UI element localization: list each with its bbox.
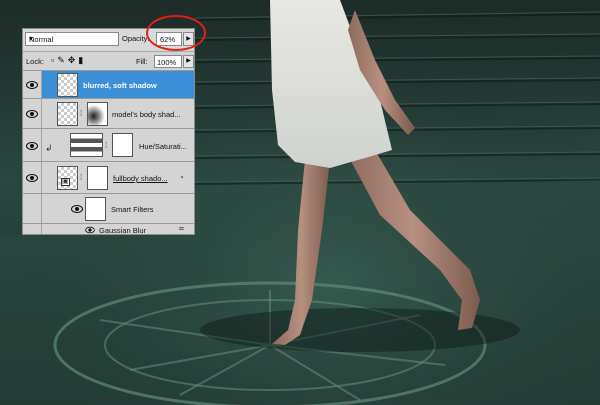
layer-row-blurred-soft-shadow[interactable]: blurred, soft shadow [23, 70, 194, 98]
layer-name: fullbody shado... [113, 174, 168, 183]
layer-row-models-body-shadow[interactable]: ⁞ model's body shad... [23, 98, 194, 128]
layer-row-fullbody-shadow[interactable]: ▣ ⁞ fullbody shado... ◔ [23, 161, 194, 193]
lock-move-icon[interactable]: ✥ [68, 55, 79, 65]
layers-panel: Normal ▾ Opacity: 62% ▶ Lock: ▫✎✥▮ Fill:… [22, 28, 195, 235]
eye-icon[interactable] [26, 173, 38, 183]
layer-name: Smart Filters [111, 205, 154, 214]
lock-all-icon[interactable]: ▮ [78, 55, 86, 65]
filter-options-icon[interactable]: ≖ [178, 224, 185, 233]
visibility-column [23, 162, 42, 193]
layer-name: Hue/Saturati... [139, 142, 187, 151]
fill-value: 100% [157, 58, 177, 67]
layer-name: blurred, soft shadow [83, 81, 157, 90]
layer-mask-thumbnail[interactable] [112, 133, 133, 157]
lock-icons: ▫✎✥▮ [51, 55, 86, 66]
layer-mask-thumbnail[interactable] [87, 166, 108, 190]
visibility-column [23, 129, 42, 161]
eye-icon[interactable] [85, 226, 95, 234]
eye-icon[interactable] [26, 80, 38, 90]
fill-slider-button[interactable]: ▶ [183, 55, 194, 68]
adjustment-icon [70, 133, 103, 157]
chain-link-icon[interactable]: ⁞ [80, 109, 82, 118]
annotation-circle [146, 15, 206, 51]
fill-label: Fill: [136, 57, 148, 66]
filter-options-icon[interactable]: ◔ [179, 173, 184, 182]
visibility-column [23, 224, 42, 234]
layer-row-smart-filters[interactable]: Smart Filters [23, 193, 194, 223]
layer-name: Gaussian Blur [99, 226, 147, 235]
layer-name: model's body shad... [112, 110, 181, 119]
blend-mode-dropdown[interactable]: Normal ▾ [25, 32, 119, 46]
lock-label: Lock: [26, 57, 44, 66]
layer-thumbnail [57, 102, 78, 126]
eye-icon[interactable] [71, 204, 83, 214]
eye-icon[interactable] [26, 141, 38, 151]
layer-mask-thumbnail[interactable] [87, 102, 108, 126]
visibility-column [23, 71, 42, 98]
fill-field[interactable]: 100% [154, 55, 182, 68]
chevron-down-icon: ▾ [29, 34, 34, 43]
clipping-arrow-icon: ↲ [45, 143, 53, 153]
smart-object-badge-icon: ▣ [61, 178, 70, 186]
eye-icon[interactable] [26, 109, 38, 119]
layer-row-hue-saturation[interactable]: ↲ ⁞ Hue/Saturati... [23, 128, 194, 161]
visibility-column [23, 194, 42, 223]
layer-thumbnail [57, 73, 78, 97]
chain-link-icon[interactable]: ⁞ [80, 173, 82, 182]
lock-fill-row: Lock: ▫✎✥▮ Fill: 100% ▶ [23, 51, 194, 70]
filter-mask-thumbnail[interactable] [85, 197, 106, 221]
lock-paint-icon[interactable]: ✎ [57, 55, 68, 65]
visibility-column [23, 99, 42, 128]
chain-link-icon[interactable]: ⁞ [105, 141, 107, 150]
layer-row-gaussian-blur[interactable]: Gaussian Blur ≖ [23, 223, 194, 235]
